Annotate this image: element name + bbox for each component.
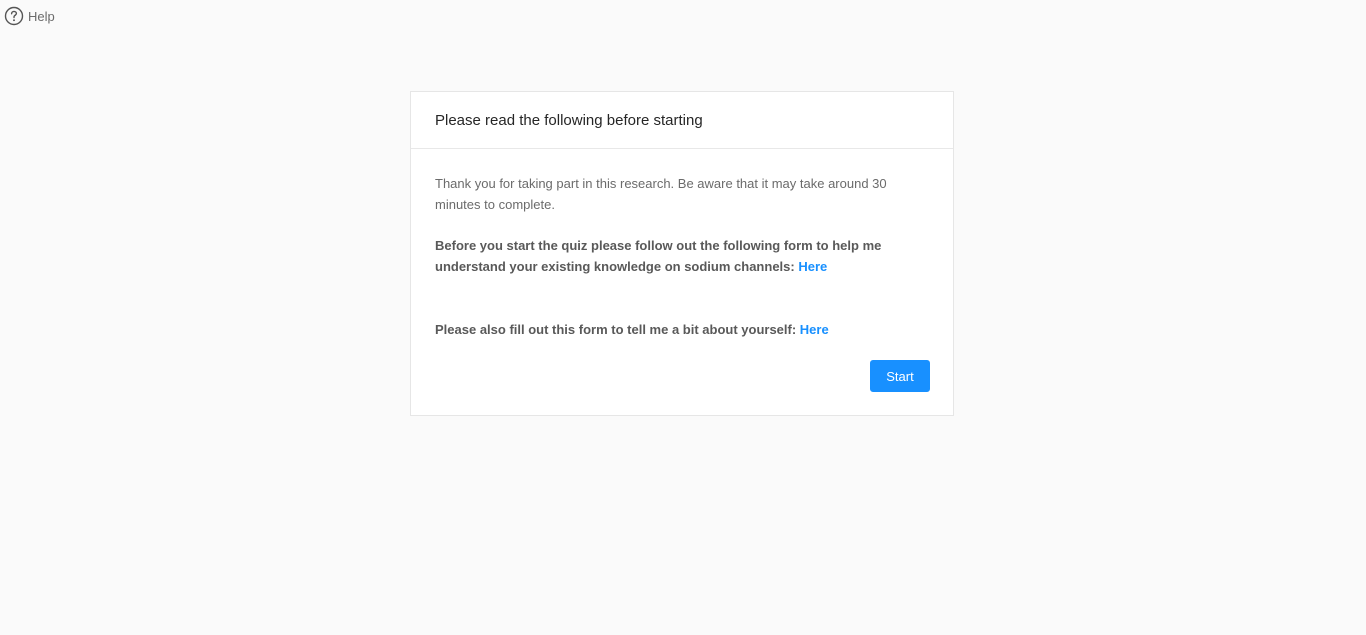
start-button[interactable]: Start bbox=[870, 360, 930, 392]
card-body: Thank you for taking part in this resear… bbox=[411, 149, 953, 340]
question-circle-icon bbox=[4, 6, 24, 26]
intro-text: Thank you for taking part in this resear… bbox=[435, 176, 887, 212]
card-title: Please read the following before startin… bbox=[411, 92, 953, 149]
help-link[interactable]: Help bbox=[4, 6, 55, 26]
about-form-text: Please also fill out this form to tell m… bbox=[435, 322, 800, 337]
about-form-paragraph: Please also fill out this form to tell m… bbox=[435, 319, 929, 340]
knowledge-form-paragraph: Before you start the quiz please follow … bbox=[435, 235, 929, 277]
knowledge-form-link[interactable]: Here bbox=[798, 259, 827, 274]
about-form-link[interactable]: Here bbox=[800, 322, 829, 337]
help-label: Help bbox=[28, 8, 55, 24]
instructions-card: Please read the following before startin… bbox=[410, 91, 954, 416]
